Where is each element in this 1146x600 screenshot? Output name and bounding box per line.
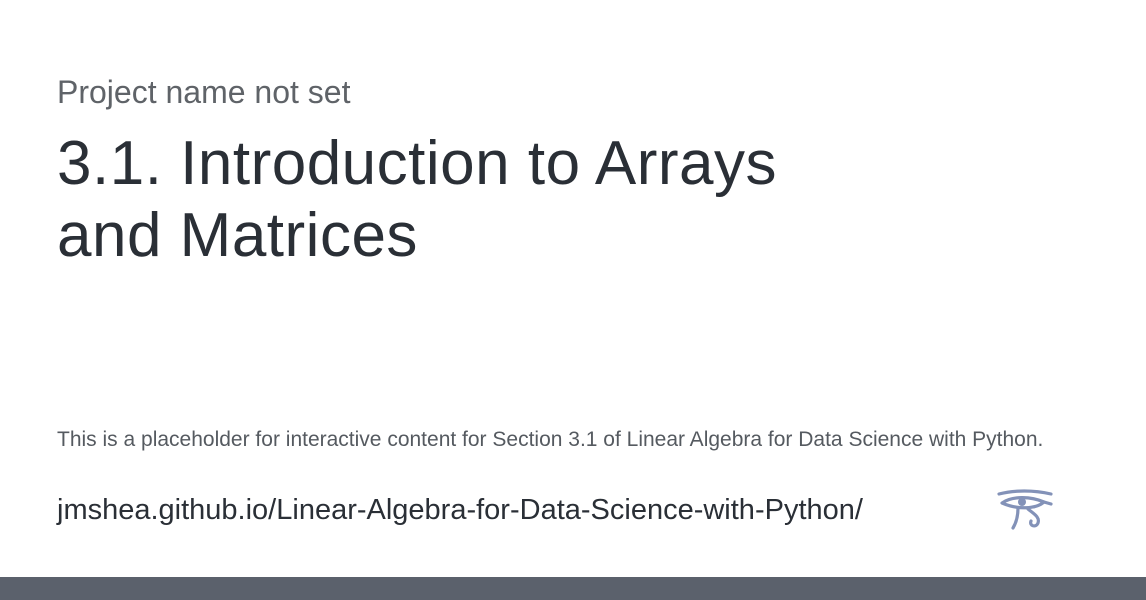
page-description: This is a placeholder for interactive co… xyxy=(57,428,1044,451)
eye-of-horus-icon xyxy=(997,489,1053,530)
social-preview-card: Project name not set 3.1. Introduction t… xyxy=(0,0,1146,600)
site-url: jmshea.github.io/Linear-Algebra-for-Data… xyxy=(57,494,863,526)
bottom-bar xyxy=(0,577,1146,600)
project-name: Project name not set xyxy=(57,74,351,110)
page-title: 3.1. Introduction to Arrays and Matrices xyxy=(57,129,777,270)
